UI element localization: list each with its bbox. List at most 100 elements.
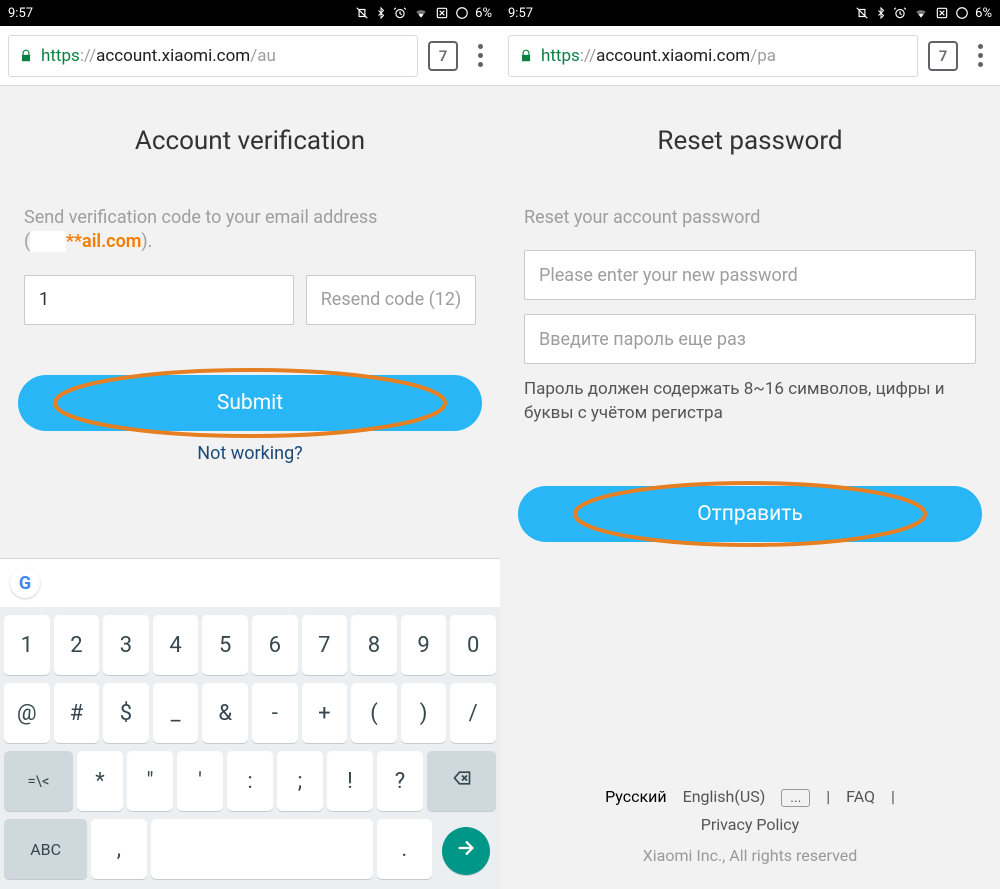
key-question[interactable]: ? (377, 751, 423, 811)
footer: Русский English(US) ... | FAQ | Privacy … (500, 783, 1000, 869)
key-9[interactable]: 9 (401, 615, 447, 675)
key-semicolon[interactable]: ; (277, 751, 323, 811)
key-6[interactable]: 6 (252, 615, 298, 675)
alarm-icon (393, 6, 407, 20)
status-bar: 9:57 6% (0, 0, 500, 26)
confirm-password-input[interactable] (524, 314, 976, 364)
key-3[interactable]: 3 (103, 615, 149, 675)
key-slash[interactable]: / (450, 683, 496, 743)
content-left: Account verification Send verification c… (0, 86, 500, 464)
lang-selector[interactable]: ... (781, 789, 810, 807)
reset-subtitle: Reset your account password (524, 206, 976, 230)
page-title: Account verification (24, 126, 476, 156)
wifi-icon (913, 6, 929, 20)
faq-link[interactable]: FAQ (846, 787, 875, 806)
key-exclaim[interactable]: ! (327, 751, 373, 811)
lang-english-link[interactable]: English(US) (683, 787, 766, 806)
key-dquote[interactable]: " (127, 751, 173, 811)
address-bar[interactable]: https://account.xiaomi.com/pa (508, 35, 918, 77)
tab-count[interactable]: 7 (428, 41, 458, 71)
key-plus[interactable]: + (302, 683, 348, 743)
lock-icon (519, 48, 533, 64)
key-2[interactable]: 2 (54, 615, 100, 675)
tab-count[interactable]: 7 (928, 41, 958, 71)
kbd-row-2: @ # $ _ & - + ( ) / (2, 679, 498, 747)
battery-percent: 6% (475, 6, 492, 21)
verification-code-input[interactable] (24, 275, 294, 325)
key-space[interactable] (151, 819, 373, 879)
key-lparen[interactable]: ( (351, 683, 397, 743)
resend-code-button[interactable]: Resend code (12) (306, 275, 476, 325)
code-row: Resend code (12) (24, 275, 476, 325)
privacy-link[interactable]: Privacy Policy (701, 815, 800, 834)
vibrate-icon (855, 6, 869, 20)
address-bar[interactable]: https://account.xiaomi.com/au (8, 35, 418, 77)
password-hint: Пароль должен содержать 8~16 символов, ц… (524, 378, 976, 426)
url-text: https://account.xiaomi.com/pa (541, 46, 776, 66)
status-right: 6% (855, 6, 992, 21)
key-enter[interactable] (442, 827, 490, 875)
lang-russian-link[interactable]: Русский (605, 787, 667, 806)
key-abc[interactable]: ABC (4, 819, 87, 879)
kbd-row-3: =\< * " ' : ; ! ? (2, 747, 498, 815)
key-squote[interactable]: ' (177, 751, 223, 811)
key-rparen[interactable]: ) (401, 683, 447, 743)
key-backspace[interactable] (427, 751, 496, 811)
verification-instruction: Send verification code to your email add… (24, 206, 476, 255)
kbd-row-4: ABC , . (2, 815, 498, 883)
keyboard-suggestion-bar: G (0, 559, 500, 607)
submit-button[interactable]: Submit (18, 375, 482, 431)
browser-menu-button[interactable] (968, 44, 992, 67)
battery-saver-icon (435, 6, 449, 20)
key-1[interactable]: 1 (4, 615, 50, 675)
battery-saver-icon (935, 6, 949, 20)
key-hash[interactable]: # (54, 683, 100, 743)
key-colon[interactable]: : (227, 751, 273, 811)
key-at[interactable]: @ (4, 683, 50, 743)
page-title: Reset password (524, 126, 976, 156)
browser-bar: https://account.xiaomi.com/pa 7 (500, 26, 1000, 86)
key-amp[interactable]: & (202, 683, 248, 743)
alarm-icon (893, 6, 907, 20)
key-symbols[interactable]: =\< (4, 751, 73, 811)
key-dot[interactable]: . (377, 819, 432, 879)
kbd-row-1: 1 2 3 4 5 6 7 8 9 0 (2, 611, 498, 679)
submit-wrap: Submit (18, 375, 482, 431)
key-dollar[interactable]: $ (103, 683, 149, 743)
screen-left: 9:57 6% (0, 0, 500, 889)
wifi-icon (413, 6, 429, 20)
key-7[interactable]: 7 (302, 615, 348, 675)
status-bar: 9:57 6% (500, 0, 1000, 26)
browser-bar: https://account.xiaomi.com/au 7 (0, 26, 500, 86)
lock-icon (19, 48, 33, 64)
password-inputs (524, 250, 976, 364)
url-text: https://account.xiaomi.com/au (41, 46, 276, 66)
status-time: 9:57 (508, 6, 533, 21)
key-minus[interactable]: - (252, 683, 298, 743)
key-0[interactable]: 0 (450, 615, 496, 675)
screen-right: 9:57 6% https://account.xiaomi.com/pa 7 … (500, 0, 1000, 889)
key-5[interactable]: 5 (202, 615, 248, 675)
bluetooth-icon (875, 6, 887, 20)
content-right: Reset password Reset your account passwo… (500, 86, 1000, 542)
copyright: Xiaomi Inc., All rights reserved (500, 842, 1000, 869)
key-comma[interactable]: , (91, 819, 146, 879)
backspace-icon (449, 768, 475, 794)
browser-menu-button[interactable] (468, 44, 492, 67)
key-4[interactable]: 4 (153, 615, 199, 675)
status-time: 9:57 (8, 6, 33, 21)
battery-percent: 6% (975, 6, 992, 21)
submit-wrap: Отправить (518, 486, 982, 542)
new-password-input[interactable] (524, 250, 976, 300)
google-logo-icon[interactable]: G (10, 568, 40, 598)
key-8[interactable]: 8 (351, 615, 397, 675)
data-circle-icon (955, 6, 969, 20)
data-circle-icon (455, 6, 469, 20)
arrow-right-icon (455, 837, 477, 865)
soft-keyboard: G 1 2 3 4 5 6 7 8 9 0 @ # $ _ & - (0, 558, 500, 889)
vibrate-icon (355, 6, 369, 20)
submit-button[interactable]: Отправить (518, 486, 982, 542)
key-underscore[interactable]: _ (153, 683, 199, 743)
key-star[interactable]: * (77, 751, 123, 811)
not-working-link[interactable]: Not working? (24, 443, 476, 464)
